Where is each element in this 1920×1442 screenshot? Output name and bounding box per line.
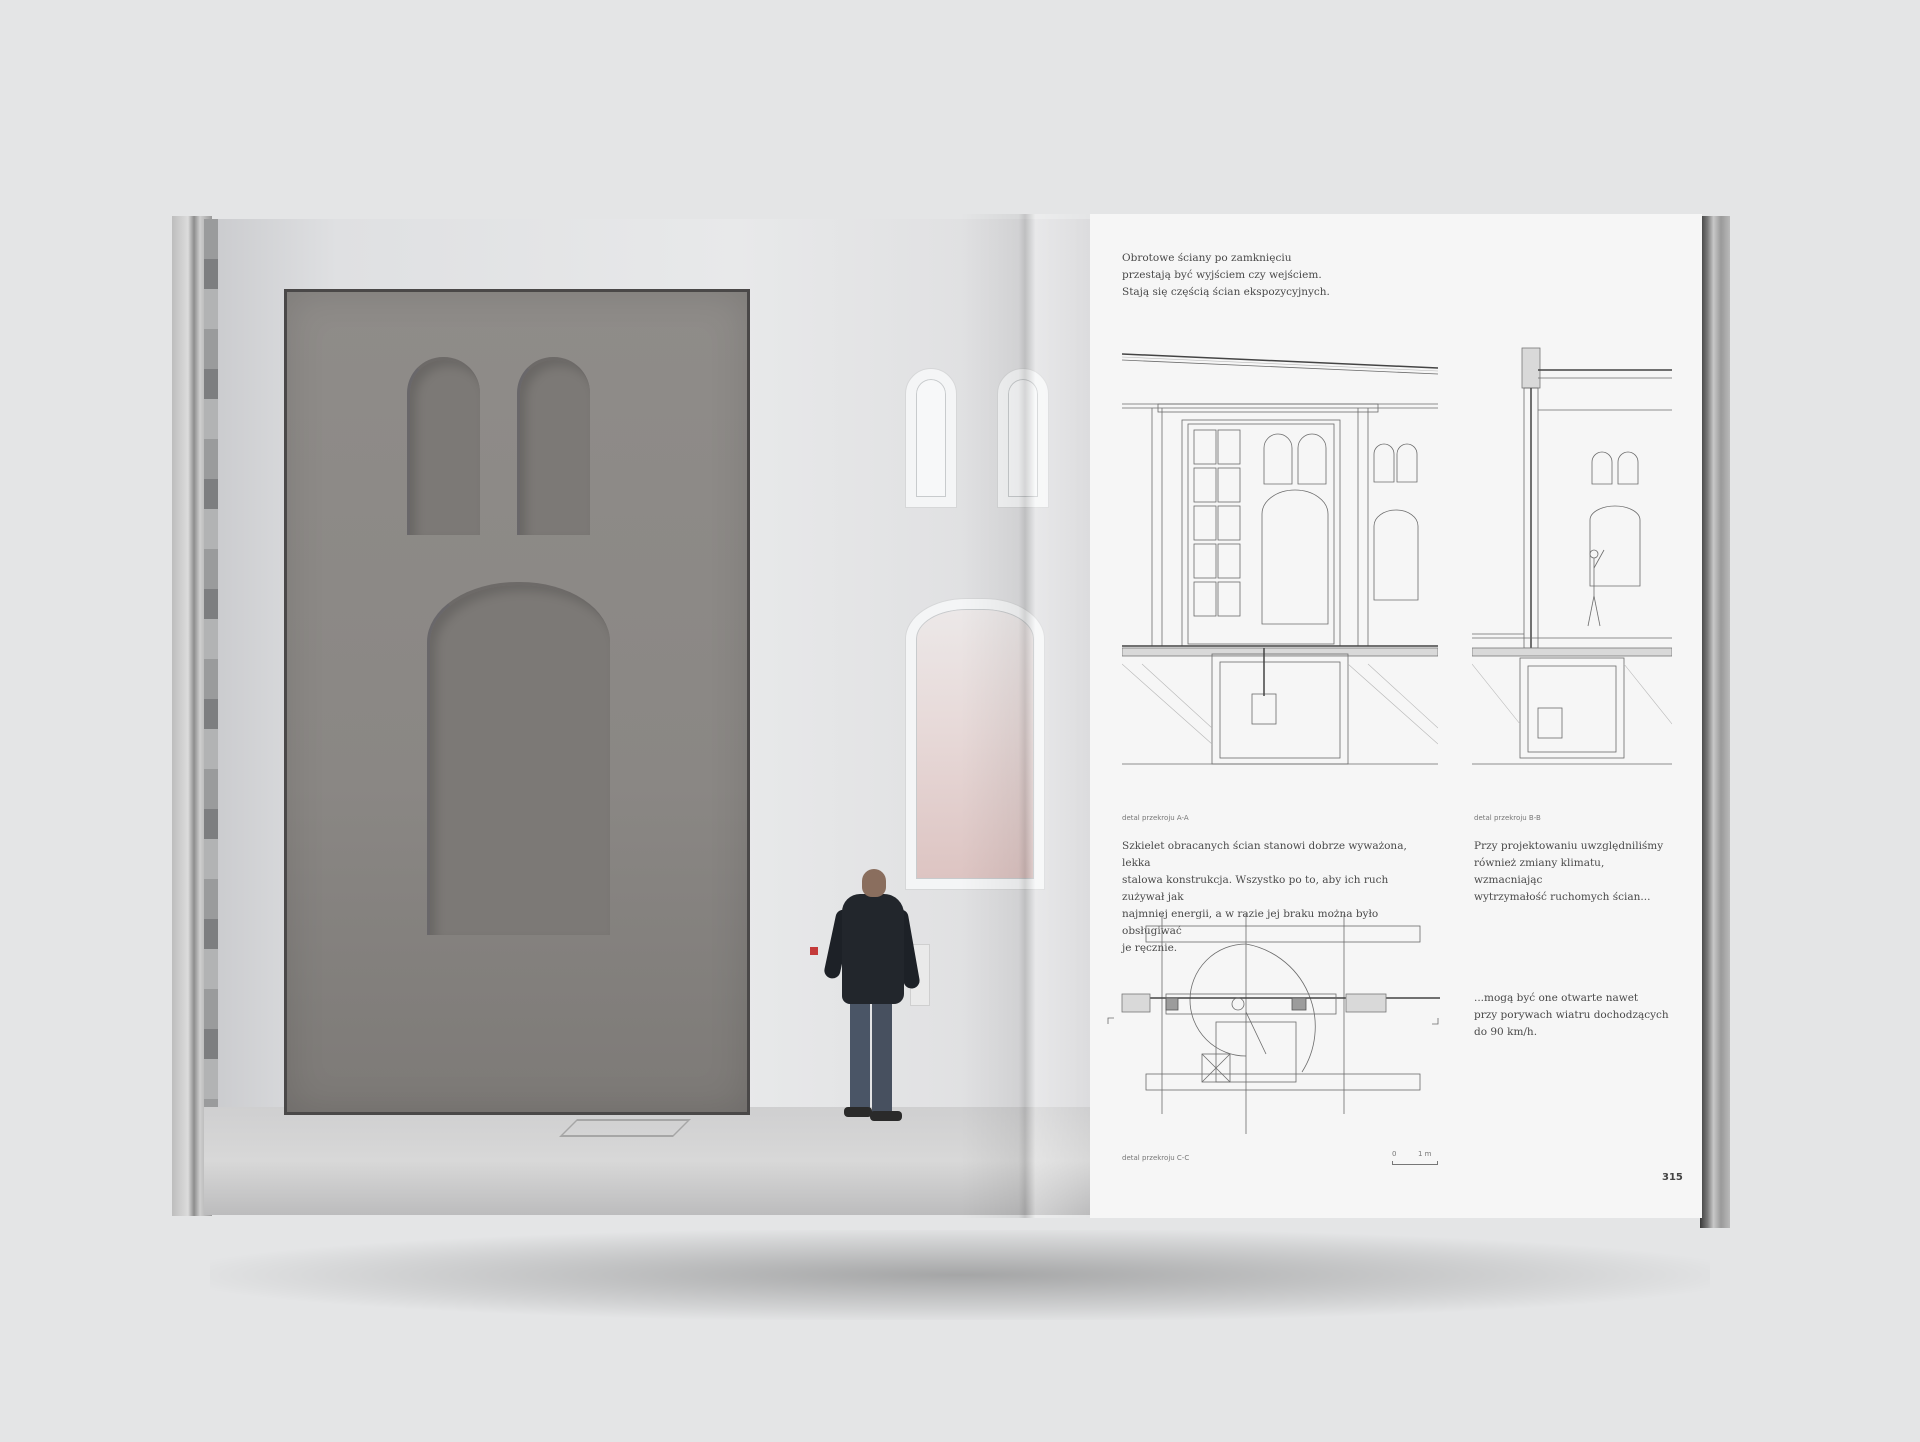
panel-niche-large <box>427 582 610 935</box>
intro-text: Obrotowe ściany po zamknięciu przestają … <box>1122 252 1330 298</box>
wall-window-small-left <box>906 369 956 507</box>
scale-unit: 1 m <box>1418 1150 1432 1158</box>
panel-niche-right <box>517 357 590 535</box>
caption-section-a-a: detal przekroju A-A <box>1122 814 1189 822</box>
panel-grid <box>1193 429 1329 625</box>
section-drawing-b-b <box>1472 347 1672 765</box>
section-drawing-a-a <box>1122 353 1438 765</box>
page-number: 315 <box>1662 1172 1683 1183</box>
book-cover-right-edge <box>1700 216 1730 1228</box>
caption-section-b-b: detal przekroju B-B <box>1474 814 1541 822</box>
open-book: Obrotowe ściany po zamknięciu przestają … <box>0 0 1920 1442</box>
rotating-wall-panel <box>284 289 750 1115</box>
wall-window-large <box>906 599 1044 889</box>
paragraph-wind: ...mogą być one otwarte nawet przy poryw… <box>1474 992 1669 1038</box>
caption-section-c-c: detal przekroju C-C <box>1122 1154 1190 1162</box>
person-figure <box>820 869 921 1129</box>
scale-line <box>1392 1161 1438 1165</box>
panel-niche-left <box>407 357 480 535</box>
floor-hatch <box>559 1119 691 1137</box>
alarm-button <box>810 947 818 955</box>
left-page-photograph <box>204 219 1090 1215</box>
section-drawing-c-c <box>1107 914 1440 1134</box>
page-edge-strip <box>204 219 218 1215</box>
right-page: Obrotowe ściany po zamknięciu przestają … <box>1090 214 1702 1218</box>
wall-window-small-right <box>998 369 1048 507</box>
paragraph-climate: Przy projektowaniu uwzględniliśmy równie… <box>1474 840 1664 903</box>
scale-zero: 0 <box>1392 1150 1397 1158</box>
scale-bar: 0 1 m <box>1392 1150 1512 1170</box>
